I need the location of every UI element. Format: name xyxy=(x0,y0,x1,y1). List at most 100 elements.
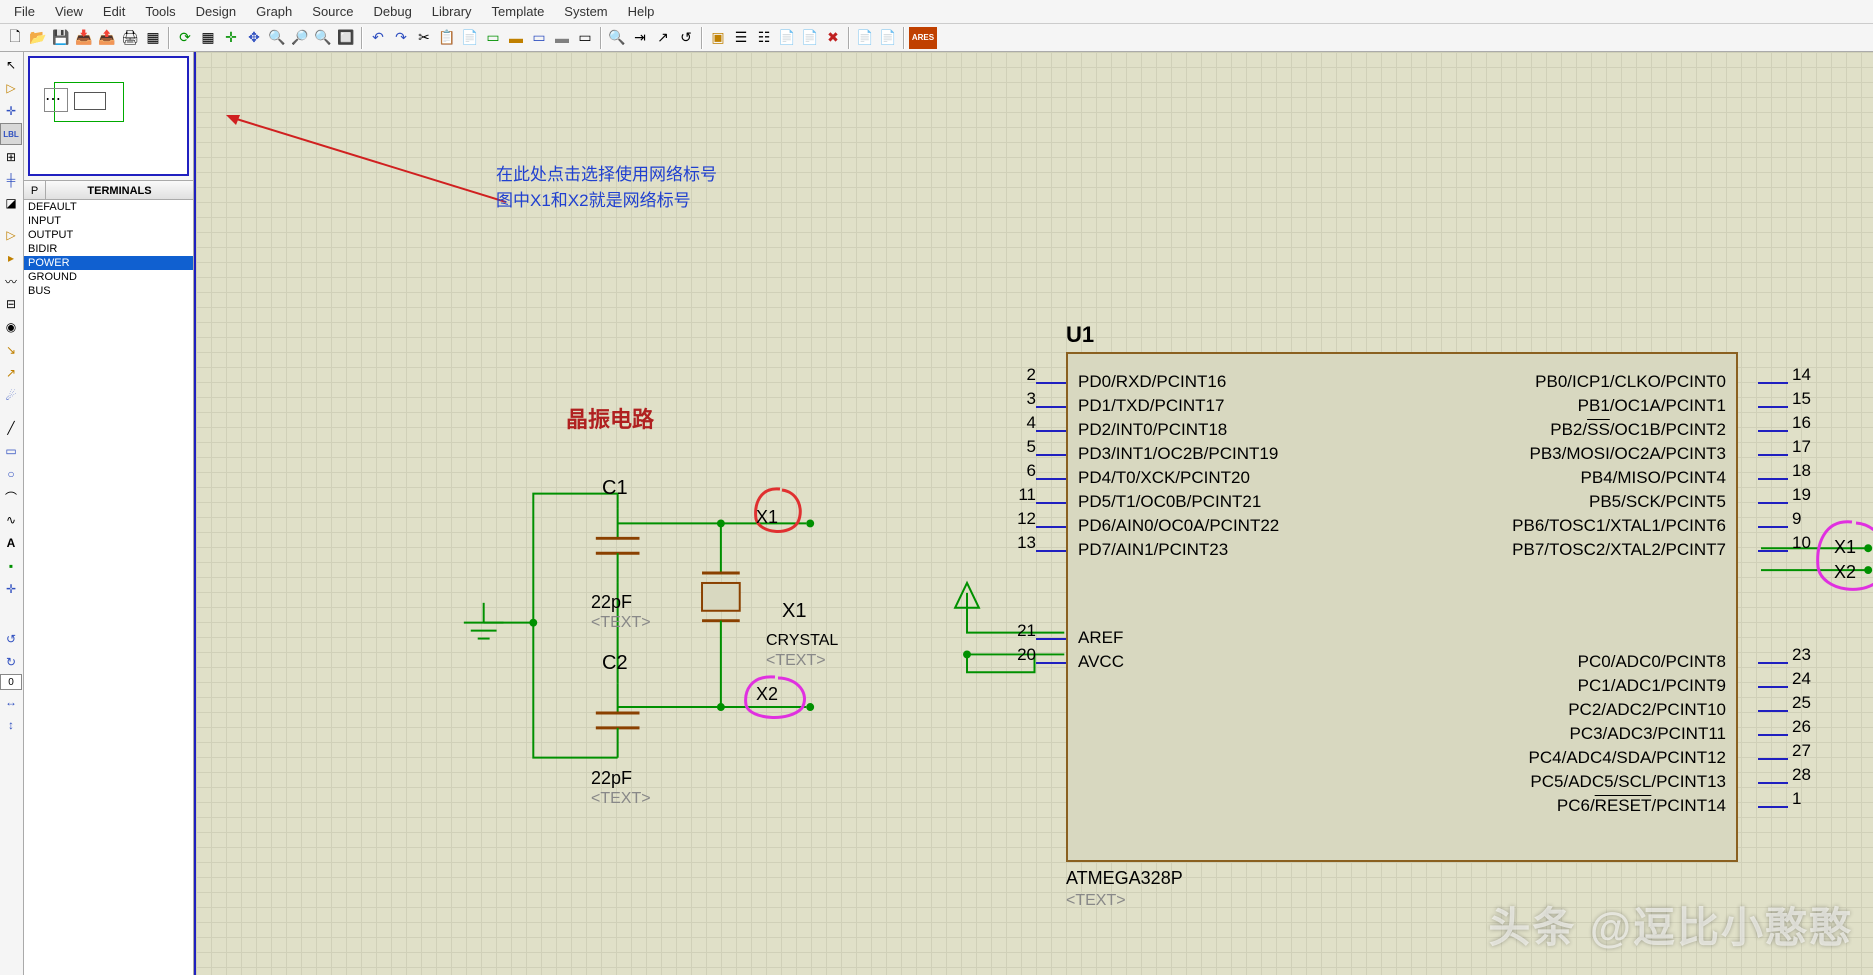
zoom-out-icon[interactable]: 🔎 xyxy=(289,27,311,49)
paste-icon[interactable]: 📄 xyxy=(459,27,481,49)
tool-icon[interactable]: ▣ xyxy=(707,27,729,49)
junction-mode-icon[interactable]: ✛ xyxy=(0,100,22,122)
menu-system[interactable]: System xyxy=(554,1,617,22)
menu-help[interactable]: Help xyxy=(618,1,665,22)
mirror-h-icon[interactable]: ↔ xyxy=(0,691,22,713)
open-file-icon[interactable]: 📂 xyxy=(27,27,49,49)
select-mode-icon[interactable]: ↖ xyxy=(0,54,22,76)
terminal-mode-icon[interactable]: ▷ xyxy=(0,224,22,246)
c2-value[interactable]: 22pF xyxy=(591,768,632,789)
block-delete-icon[interactable]: ▬ xyxy=(551,27,573,49)
export-icon[interactable]: 📤 xyxy=(96,27,118,49)
pin-mode-icon[interactable]: ▸ xyxy=(0,247,22,269)
erc-icon[interactable]: 📄 xyxy=(799,27,821,49)
c1-text-placeholder[interactable]: <TEXT> xyxy=(591,614,651,632)
copy-icon[interactable]: 📋 xyxy=(436,27,458,49)
zoom-in-icon[interactable]: 🔍 xyxy=(266,27,288,49)
tape-mode-icon[interactable]: ⊟ xyxy=(0,293,22,315)
terminal-item-power[interactable]: POWER xyxy=(24,256,193,270)
menu-tools[interactable]: Tools xyxy=(135,1,185,22)
overview-window[interactable]: ⋯ xyxy=(28,56,189,176)
voltage-probe-icon[interactable]: ↘ xyxy=(0,339,22,361)
block-rotate-icon[interactable]: ▭ xyxy=(528,27,550,49)
zoom-all-icon[interactable]: 🔍 xyxy=(312,27,334,49)
x1-value[interactable]: CRYSTAL xyxy=(766,632,838,650)
menu-debug[interactable]: Debug xyxy=(363,1,421,22)
menu-file[interactable]: File xyxy=(4,1,45,22)
rotation-angle[interactable]: 0 xyxy=(0,674,22,690)
arc-draw-icon[interactable]: ⌒ xyxy=(0,486,22,508)
net-label-x1[interactable]: X1 xyxy=(756,507,778,528)
path-draw-icon[interactable]: ∿ xyxy=(0,509,22,531)
instrument-icon[interactable]: ☄ xyxy=(0,385,22,407)
u1-text-placeholder[interactable]: <TEXT> xyxy=(1066,892,1126,910)
graph-mode-icon[interactable]: 〰 xyxy=(0,270,22,292)
menu-graph[interactable]: Graph xyxy=(246,1,302,22)
cut-icon[interactable]: ✂ xyxy=(413,27,435,49)
refresh-icon[interactable]: ⟳ xyxy=(174,27,196,49)
net-label-x2[interactable]: X2 xyxy=(756,684,778,705)
netlist-icon[interactable]: 📄 xyxy=(854,27,876,49)
pick-button[interactable]: P xyxy=(24,181,46,199)
u1-ref[interactable]: U1 xyxy=(1066,322,1094,348)
arc-icon[interactable]: ↺ xyxy=(675,27,697,49)
c2-text-placeholder[interactable]: <TEXT> xyxy=(591,790,651,808)
menu-design[interactable]: Design xyxy=(186,1,246,22)
block-move-icon[interactable]: ▬ xyxy=(505,27,527,49)
c2-ref[interactable]: C2 xyxy=(602,652,628,675)
error-icon[interactable]: ✖ xyxy=(822,27,844,49)
terminal-item-output[interactable]: OUTPUT xyxy=(24,228,193,242)
menu-view[interactable]: View xyxy=(45,1,93,22)
box-draw-icon[interactable]: ▭ xyxy=(0,440,22,462)
block-icon[interactable]: ▭ xyxy=(574,27,596,49)
terminal-item-input[interactable]: INPUT xyxy=(24,214,193,228)
grid-icon[interactable]: ▦ xyxy=(197,27,219,49)
schematic-canvas[interactable]: 在此处点击选择使用网络标号 图中X1和X2就是网络标号 晶振电路 xyxy=(194,52,1873,975)
terminal-item-bidir[interactable]: BIDIR xyxy=(24,242,193,256)
undo-icon[interactable]: ↶ xyxy=(367,27,389,49)
rotate-ccw-icon[interactable]: ↺ xyxy=(0,628,22,650)
print-icon[interactable]: 🖨 xyxy=(119,27,141,49)
menu-source[interactable]: Source xyxy=(302,1,363,22)
terminal-item-bus[interactable]: BUS xyxy=(24,284,193,298)
netlist2-icon[interactable]: 📄 xyxy=(877,27,899,49)
pin-left[interactable]: 13 xyxy=(1006,540,1066,562)
net-label-x2-right[interactable]: X2 xyxy=(1834,562,1856,583)
pin-left[interactable]: 20 xyxy=(1006,652,1066,674)
tool-icon[interactable]: ☷ xyxy=(753,27,775,49)
u1-part[interactable]: ATMEGA328P xyxy=(1066,868,1183,889)
goto-icon[interactable]: ⇥ xyxy=(629,27,651,49)
bom-icon[interactable]: 📄 xyxy=(776,27,798,49)
component-mode-icon[interactable]: ▷ xyxy=(0,77,22,99)
generator-mode-icon[interactable]: ◉ xyxy=(0,316,22,338)
find-icon[interactable]: 🔍 xyxy=(606,27,628,49)
c1-ref[interactable]: C1 xyxy=(602,477,628,500)
subcircuit-icon[interactable]: ◪ xyxy=(0,192,22,214)
mirror-v-icon[interactable]: ↕ xyxy=(0,714,22,736)
text-draw-icon[interactable]: A xyxy=(0,532,22,554)
text-script-icon[interactable]: ⊞ xyxy=(0,146,22,168)
ares-icon[interactable]: ARES xyxy=(909,27,937,49)
pin-right[interactable]: 1 xyxy=(1738,796,1818,818)
origin-icon[interactable]: ✛ xyxy=(220,27,242,49)
symbol-icon[interactable]: ▪ xyxy=(0,555,22,577)
rotate-cw-icon[interactable]: ↻ xyxy=(0,651,22,673)
x1-ref[interactable]: X1 xyxy=(782,600,806,623)
marker-icon[interactable]: ✛ xyxy=(0,578,22,600)
tool-icon[interactable]: ☰ xyxy=(730,27,752,49)
pin-right[interactable]: 10 xyxy=(1738,540,1818,562)
new-file-icon[interactable]: 🗋 xyxy=(4,27,26,49)
block-copy-icon[interactable]: ▭ xyxy=(482,27,504,49)
save-file-icon[interactable]: 💾 xyxy=(50,27,72,49)
menu-library[interactable]: Library xyxy=(422,1,482,22)
bus-mode-icon[interactable]: ╪ xyxy=(0,169,22,191)
point-icon[interactable]: ↗ xyxy=(652,27,674,49)
line-draw-icon[interactable]: ╱ xyxy=(0,417,22,439)
redo-icon[interactable]: ↷ xyxy=(390,27,412,49)
net-label-x1-right[interactable]: X1 xyxy=(1834,537,1856,558)
circle-draw-icon[interactable]: ○ xyxy=(0,463,22,485)
import-icon[interactable]: 📥 xyxy=(73,27,95,49)
wire-label-mode-icon[interactable]: LBL xyxy=(0,123,22,145)
current-probe-icon[interactable]: ↗ xyxy=(0,362,22,384)
menu-edit[interactable]: Edit xyxy=(93,1,135,22)
